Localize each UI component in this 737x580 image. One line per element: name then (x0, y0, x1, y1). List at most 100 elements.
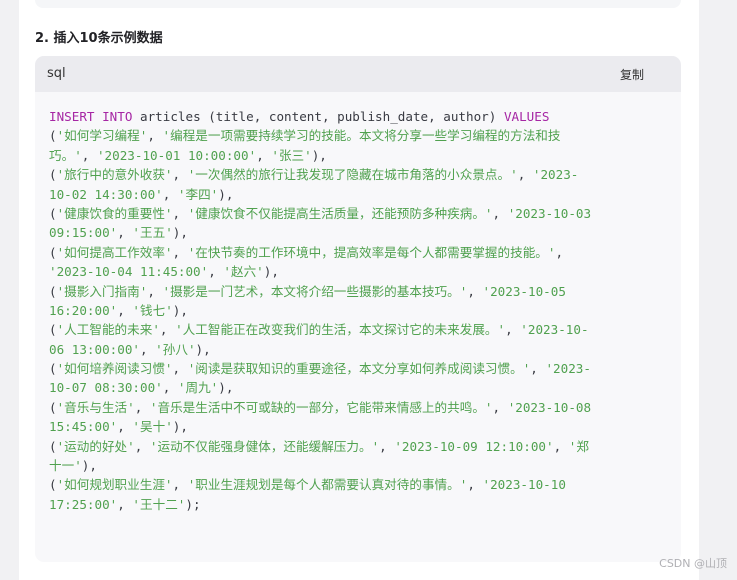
code-string: '健康饮食不仅能提高生活质量，还能预防多种疾病。' (187, 205, 493, 221)
code-string: '2023-10-01 10:00:00' (96, 147, 257, 163)
code-text: ( (49, 283, 57, 299)
code-text: , (117, 302, 133, 318)
code-string: '人工智能的未来' (56, 322, 160, 338)
code-string: '2023-10-09 12:10:00' (394, 438, 554, 454)
code-string: '摄影是一门艺术，本文将介绍一些摄影的基本技巧。' (162, 283, 468, 299)
code-text: , (140, 341, 156, 357)
code-text: ), (81, 458, 97, 474)
code-text: ), (311, 147, 327, 163)
code-line: ('运动的好处', '运动不仅能强身健体，还能缓解压力。', '2023-10-… (49, 437, 649, 456)
code-string: 十一' (49, 458, 82, 474)
code-string: '一次偶然的旅行让我发现了隐藏在城市角落的小众景点。' (187, 167, 518, 183)
code-text: ( (49, 205, 57, 221)
code-string: '吴十' (132, 419, 173, 435)
code-line: 10-02 14:30:00', '李四'), (49, 185, 649, 204)
page: 2. 插入10条示例数据 sql 复制 INSERT INTO articles… (0, 0, 737, 580)
code-string: '钱七' (132, 302, 173, 318)
code-text: ( (49, 361, 57, 377)
code-line: 10-07 08:30:00', '周九'), (49, 378, 649, 397)
code-string: '如何学习编程' (56, 128, 148, 144)
code-block: sql 复制 INSERT INTO articles (title, cont… (35, 56, 681, 562)
code-string: '如何提高工作效率' (56, 244, 173, 260)
code-string: 10-07 08:30:00' (49, 380, 163, 396)
code-string: '人工智能正在改变我们的生活，本文探讨它的未来发展。' (175, 322, 506, 338)
code-line: 06 13:00:00', '孙八'), (49, 340, 649, 359)
code-string: 巧。' (49, 147, 82, 163)
code-text: ); (185, 496, 201, 512)
code-string: '郑 (568, 438, 589, 454)
code-line: ('人工智能的未来', '人工智能正在改变我们的生活，本文探讨它的未来发展。',… (49, 320, 649, 339)
code-string: '2023-10-05 (482, 283, 566, 299)
code-keyword: VALUES (503, 109, 550, 124)
code-string: '运动不仅能强身健体，还能缓解压力。' (149, 438, 380, 454)
code-text: ), (218, 380, 234, 396)
code-string: 16:20:00' (49, 302, 118, 318)
code-text: , (530, 361, 546, 377)
code-text: ( (49, 477, 57, 493)
code-string: '音乐与生活' (56, 399, 135, 415)
code-string: '健康饮食的重要性' (56, 205, 173, 221)
code-text: , (208, 264, 224, 280)
copy-button[interactable]: 复制 (620, 66, 644, 83)
code-string: '旅行中的意外收获' (56, 167, 173, 183)
code-line: 巧。', '2023-10-01 10:00:00', '张三'), (49, 146, 649, 165)
code-text: , (172, 477, 188, 493)
code-string: '周九' (177, 380, 219, 396)
code-string: '2023- (532, 167, 579, 183)
code-string: '2023-10-08 (507, 399, 592, 415)
code-text: ), (195, 341, 211, 357)
code-text: ), (263, 264, 279, 280)
code-text: , (256, 147, 272, 163)
code-text: , (162, 380, 178, 396)
code-string: 17:25:00' (49, 496, 118, 512)
code-string: '音乐是生活中不可或缺的一部分，它能带来情感上的共鸣。' (149, 399, 493, 415)
code-text: articles (title, content, publish_date, … (132, 109, 504, 124)
code-block-header: sql 复制 (35, 56, 681, 92)
code-string: '在快节奏的工作环境中，提高效率是每个人都需要掌握的技能。' (187, 244, 556, 260)
code-string: '2023-10-10 (482, 477, 566, 493)
code-line: ('摄影入门指南', '摄影是一门艺术，本文将介绍一些摄影的基本技巧。', '2… (49, 282, 649, 301)
code-text: ), (172, 419, 188, 435)
code-string: '运动的好处' (56, 438, 135, 454)
code-text: ( (49, 128, 57, 144)
code-keyword: INSERT INTO (49, 109, 133, 124)
code-string: '阅读是获取知识的重要途径，本文分享如何养成阅读习惯。' (187, 361, 531, 377)
code-string: '编程是一项需要持续学习的技能。本文将分享一些学习编程的方法和技 (162, 128, 561, 144)
code-text: , (134, 438, 150, 454)
code-text: , (147, 283, 163, 299)
code-text: ( (49, 167, 57, 183)
code-line: ('如何培养阅读习惯', '阅读是获取知识的重要途径，本文分享如何养成阅读习惯。… (49, 359, 649, 378)
code-string: 15:45:00' (49, 419, 118, 435)
code-line: ('健康饮食的重要性', '健康饮食不仅能提高生活质量，还能预防多种疾病。', … (49, 204, 649, 223)
code-line: INSERT INTO articles (title, content, pu… (49, 107, 649, 126)
code-text: , (172, 244, 188, 260)
code-line: 16:20:00', '钱七'), (49, 301, 649, 320)
code-content: INSERT INTO articles (title, content, pu… (49, 107, 649, 514)
code-language-label: sql (47, 66, 66, 81)
code-text: , (172, 205, 188, 221)
code-text: , (117, 496, 133, 512)
code-string: '2023- (545, 361, 591, 377)
code-string: '孙八' (155, 341, 196, 357)
code-string: '如何培养阅读习惯' (56, 361, 173, 377)
code-line: ('音乐与生活', '音乐是生活中不可或缺的一部分，它能带来情感上的共鸣。', … (49, 398, 649, 417)
code-text: , (172, 361, 188, 377)
code-line: ('旅行中的意外收获', '一次偶然的旅行让我发现了隐藏在城市角落的小众景点。'… (49, 165, 649, 184)
code-text: ), (172, 302, 188, 318)
previous-block-edge (35, 0, 681, 8)
code-string: '赵六' (223, 264, 264, 280)
code-text: , (467, 283, 483, 299)
code-line: 15:45:00', '吴十'), (49, 417, 649, 436)
code-text: , (117, 419, 133, 435)
code-text: , (159, 322, 176, 338)
code-text: , (117, 225, 133, 241)
code-line: 17:25:00', '王十二'); (49, 495, 649, 514)
code-text: , (147, 128, 163, 144)
code-line: ('如何学习编程', '编程是一项需要持续学习的技能。本文将分享一些学习编程的方… (49, 126, 649, 145)
code-text: , (172, 167, 188, 183)
code-text: , (505, 322, 521, 338)
code-string: '王十二' (132, 496, 186, 512)
code-text: ( (49, 399, 57, 415)
code-string: '2023-10- (520, 322, 589, 338)
code-text: , (162, 186, 178, 202)
